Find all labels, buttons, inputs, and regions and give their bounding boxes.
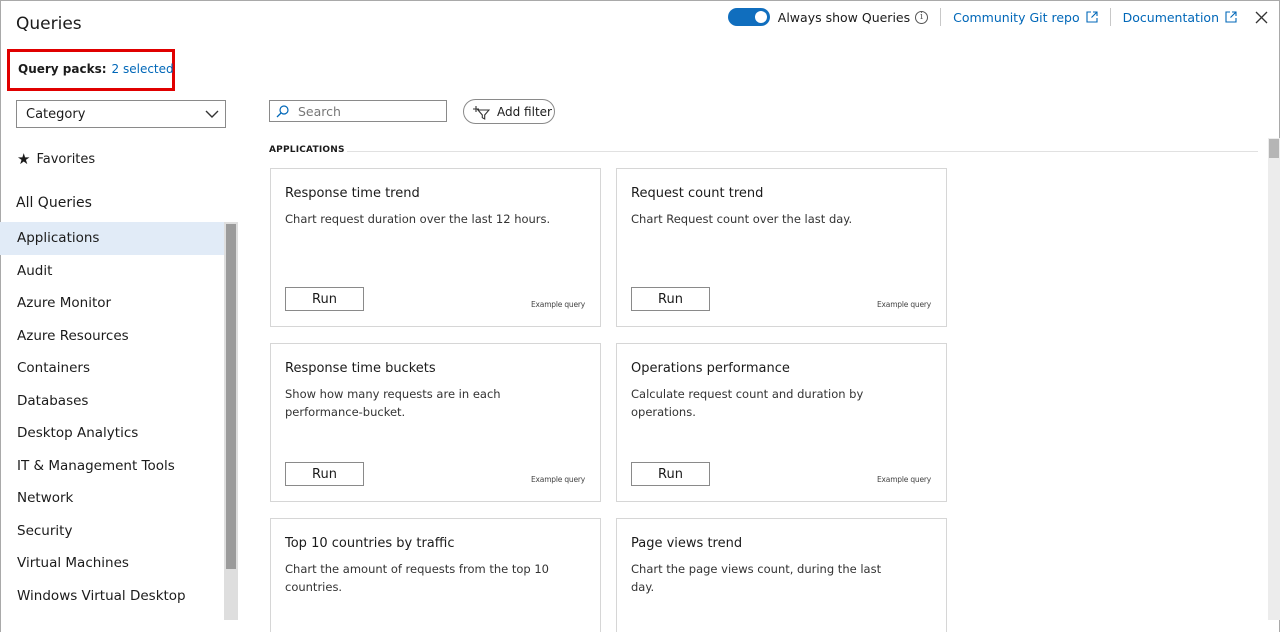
query-card-title: Response time buckets xyxy=(285,361,436,376)
add-filter-label: Add filter xyxy=(497,104,552,119)
sidebar-item-azure-monitor[interactable]: Azure Monitor xyxy=(0,287,224,320)
community-git-repo-link[interactable]: Community Git repo xyxy=(953,10,1098,25)
sidebar-item-containers[interactable]: Containers xyxy=(0,352,224,385)
run-button[interactable]: Run xyxy=(285,462,364,486)
query-card-title: Page views trend xyxy=(631,536,743,551)
toggle-label: Always show Queries xyxy=(777,9,911,25)
query-packs: Query packs: 2 selected xyxy=(18,62,174,76)
always-show-queries-toggle[interactable] xyxy=(727,8,770,26)
info-icon[interactable]: i xyxy=(915,10,929,24)
query-packs-label: Query packs: xyxy=(18,62,107,76)
query-packs-selector[interactable]: 2 selected xyxy=(112,62,174,76)
sidebar-item-azure-resources[interactable]: Azure Resources xyxy=(0,320,224,353)
query-card-title: Top 10 countries by traffic xyxy=(285,536,455,551)
run-button[interactable]: Run xyxy=(631,462,710,486)
query-card-title: Operations performance xyxy=(631,361,790,376)
all-queries-heading: All Queries xyxy=(16,195,92,211)
query-card-title: Request count trend xyxy=(631,186,764,201)
query-card-description: Chart Request count over the last day. xyxy=(631,212,853,226)
sidebar-scrollbar-thumb[interactable] xyxy=(226,224,236,569)
query-card: Top 10 countries by traffic Chart the am… xyxy=(270,518,601,632)
search-box[interactable] xyxy=(269,100,447,122)
run-button[interactable]: Run xyxy=(285,287,364,311)
category-dropdown[interactable]: Category xyxy=(16,100,226,128)
header-actions: Always show Queries i Community Git repo… xyxy=(727,7,1268,27)
sidebar-item-security[interactable]: Security xyxy=(0,515,224,548)
sidebar-item-audit[interactable]: Audit xyxy=(0,255,224,288)
sidebar-item-applications[interactable]: Applications xyxy=(0,222,224,255)
category-list: Applications Audit Azure Monitor Azure R… xyxy=(0,222,224,612)
example-query-tag: Example query xyxy=(877,475,931,484)
query-card-description: Show how many requests are in each perfo… xyxy=(285,387,501,419)
query-card: Response time buckets Show how many requ… xyxy=(270,343,601,502)
documentation-label: Documentation xyxy=(1122,9,1219,25)
search-icon xyxy=(276,104,289,117)
community-git-repo-label: Community Git repo xyxy=(953,9,1080,25)
category-dropdown-value: Category xyxy=(26,106,86,122)
external-link-icon xyxy=(1225,11,1237,23)
close-icon[interactable] xyxy=(1255,11,1268,24)
add-filter-icon xyxy=(473,105,490,120)
query-card: Operations performance Calculate request… xyxy=(616,343,947,502)
section-divider xyxy=(347,151,1258,152)
favorites-item[interactable]: ★ Favorites xyxy=(17,150,95,168)
page-title: Queries xyxy=(16,14,82,34)
star-icon: ★ xyxy=(17,150,31,168)
sidebar-item-it-management-tools[interactable]: IT & Management Tools xyxy=(0,450,224,483)
main-scrollbar[interactable] xyxy=(1268,138,1280,620)
external-link-icon xyxy=(1086,11,1098,23)
search-input[interactable] xyxy=(298,103,438,119)
query-card-description: Chart the amount of requests from the to… xyxy=(285,562,549,594)
query-card: Response time trend Chart request durati… xyxy=(270,168,601,327)
toggle-knob xyxy=(754,11,767,23)
query-card: Request count trend Chart Request count … xyxy=(616,168,947,327)
query-card-description: Chart the page views count, during the l… xyxy=(631,562,882,594)
query-card: Page views trend Chart the page views co… xyxy=(616,518,947,632)
documentation-link[interactable]: Documentation xyxy=(1123,10,1237,25)
add-filter-button[interactable]: Add filter xyxy=(463,99,555,124)
query-card-description: Calculate request count and duration by … xyxy=(631,387,864,419)
example-query-tag: Example query xyxy=(531,300,585,309)
run-button[interactable]: Run xyxy=(631,287,710,311)
main-scrollbar-thumb[interactable] xyxy=(1269,139,1279,158)
example-query-tag: Example query xyxy=(531,475,585,484)
query-card-description: Chart request duration over the last 12 … xyxy=(285,212,551,226)
example-query-tag: Example query xyxy=(877,300,931,309)
sidebar-item-desktop-analytics[interactable]: Desktop Analytics xyxy=(0,417,224,450)
sidebar-item-virtual-machines[interactable]: Virtual Machines xyxy=(0,547,224,580)
favorites-label: Favorites xyxy=(36,151,96,167)
sidebar-item-windows-virtual-desktop[interactable]: Windows Virtual Desktop xyxy=(0,580,224,613)
sidebar-scrollbar[interactable] xyxy=(224,222,238,620)
divider xyxy=(1109,8,1111,26)
sidebar-item-databases[interactable]: Databases xyxy=(0,385,224,418)
query-card-title: Response time trend xyxy=(285,186,420,201)
chevron-down-icon xyxy=(205,110,219,118)
section-title: APPLICATIONS xyxy=(269,145,345,155)
divider xyxy=(940,8,942,26)
sidebar-item-network[interactable]: Network xyxy=(0,482,224,515)
